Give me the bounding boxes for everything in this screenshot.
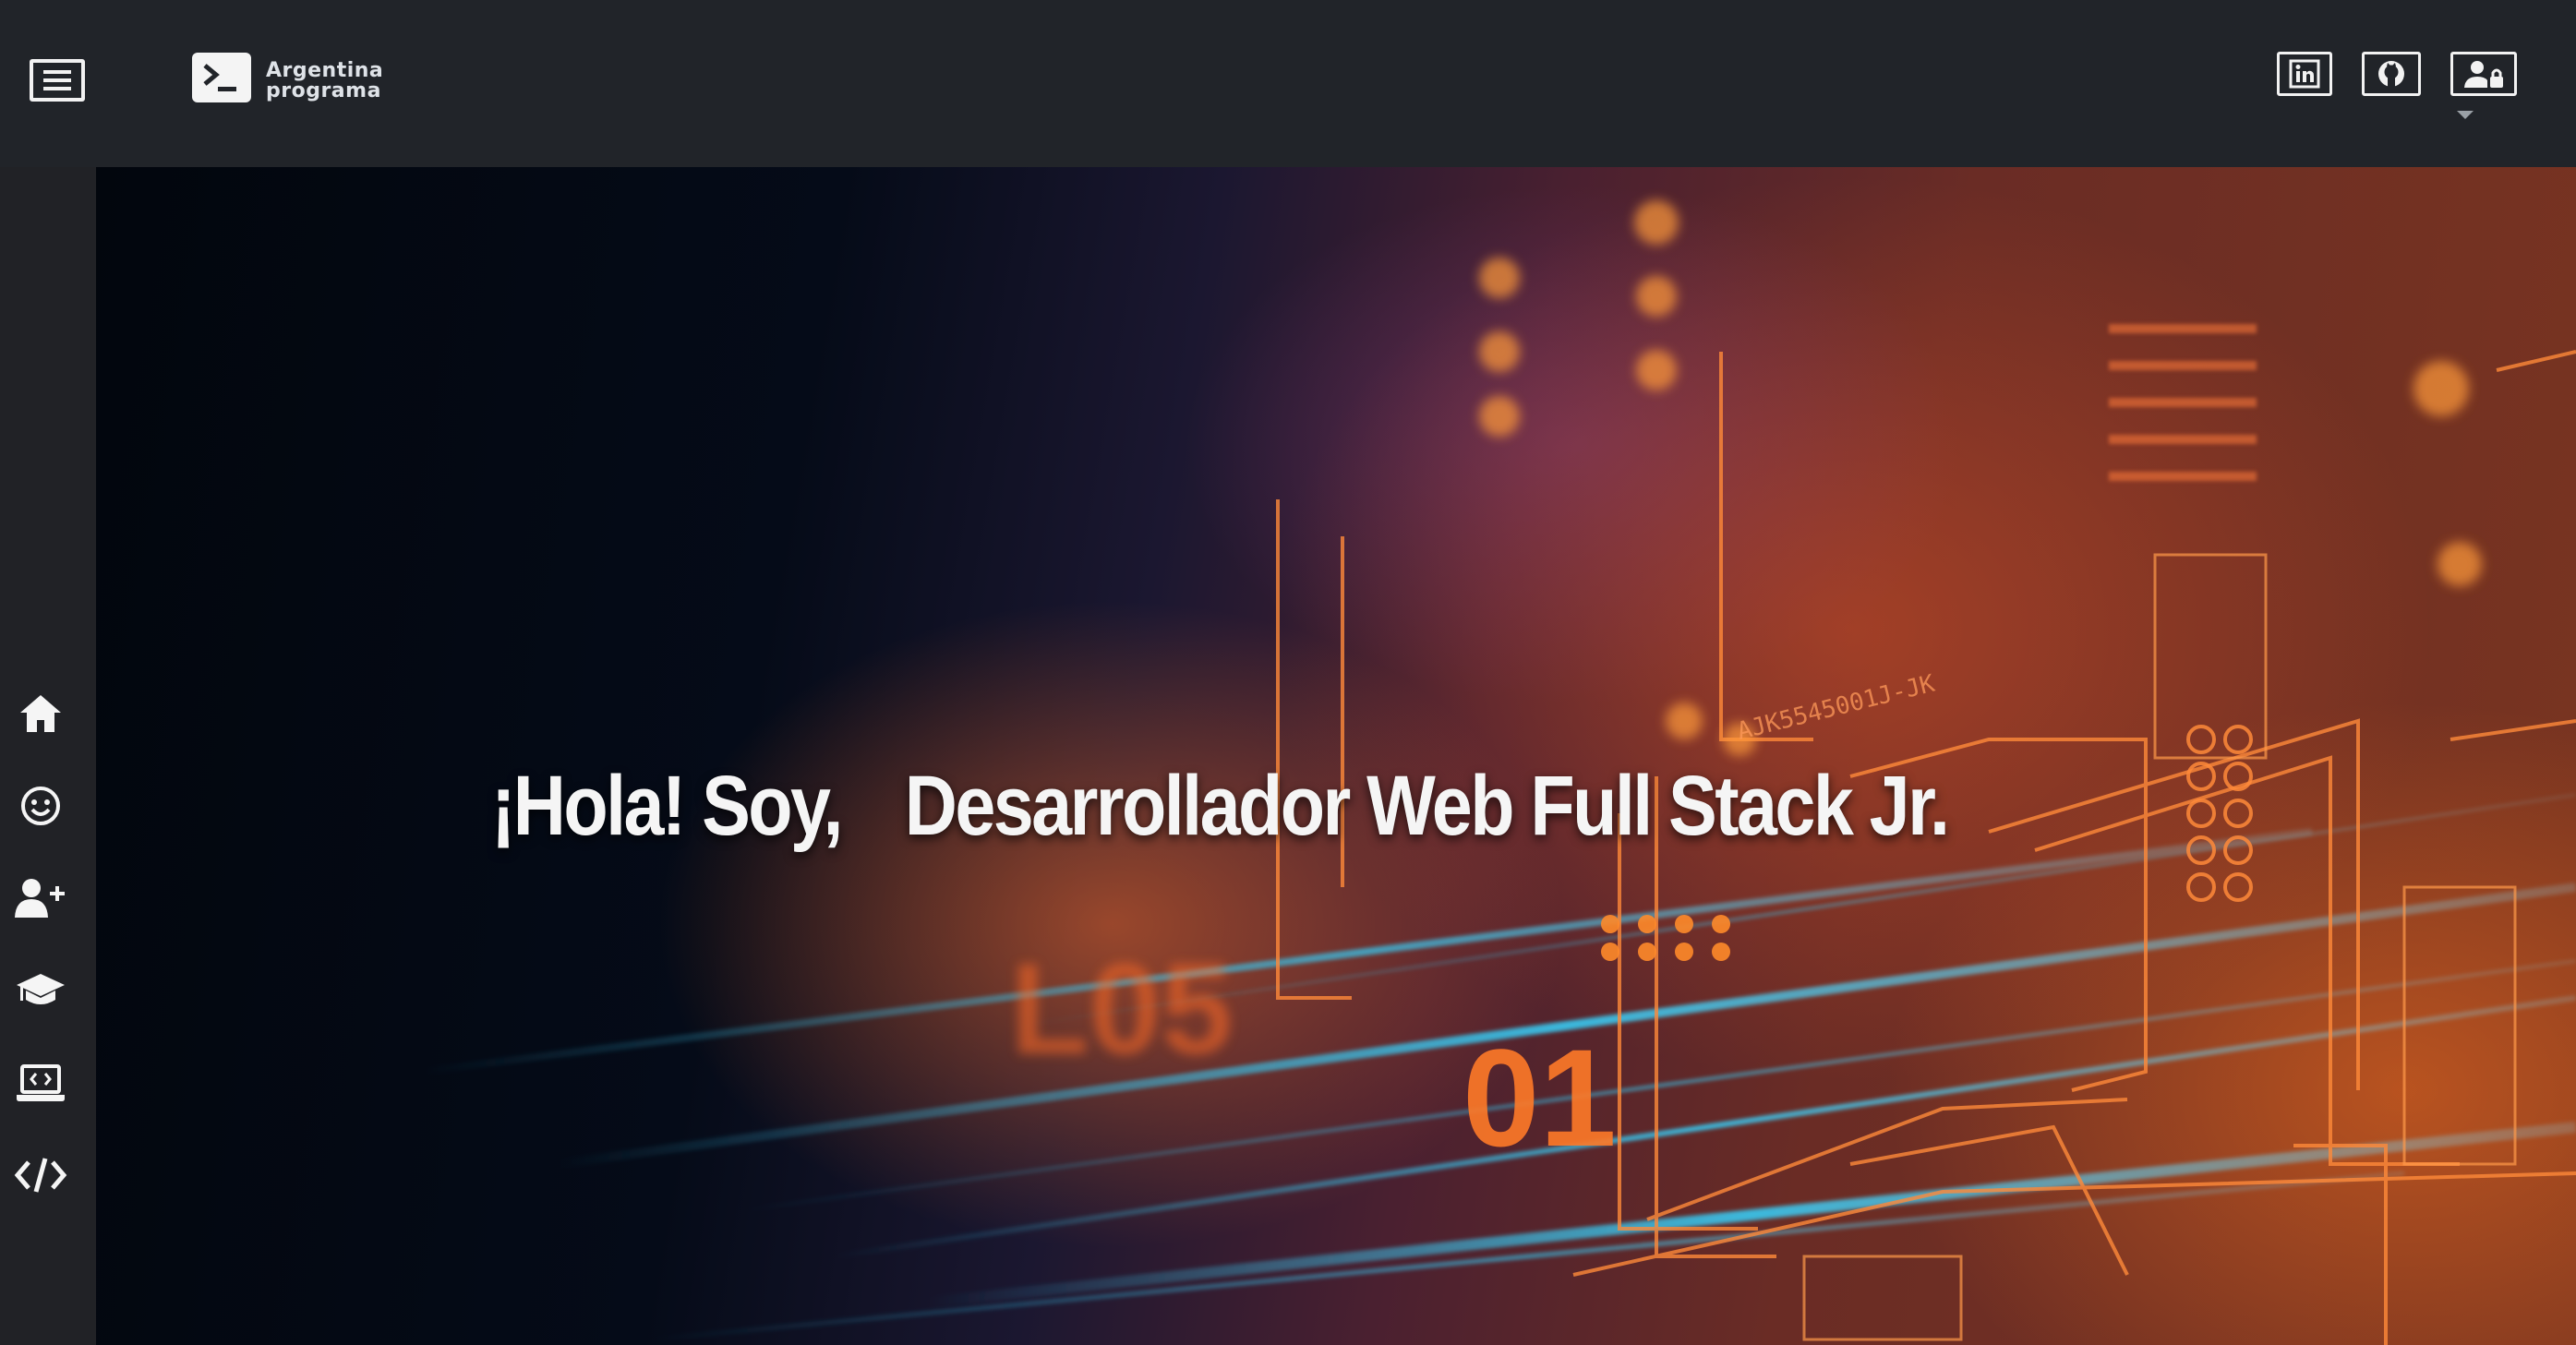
circuit-digits-left: L05 xyxy=(1010,936,1233,1081)
top-navbar: Argentina programa xyxy=(0,0,2576,167)
user-lock-icon[interactable] xyxy=(2450,52,2517,96)
linkedin-icon[interactable] xyxy=(2277,52,2332,96)
terminal-prompt-icon[interactable] xyxy=(192,53,251,102)
hamburger-menu-icon[interactable] xyxy=(30,59,85,102)
code-icon[interactable] xyxy=(13,1147,68,1203)
hero-greeting: ¡Hola! Soy, xyxy=(491,759,844,853)
brand-line-2: programa xyxy=(266,79,381,102)
home-icon[interactable] xyxy=(13,686,68,741)
circuit-code-label: AJK5545001J-JK xyxy=(1734,670,1937,746)
brand-logo-text[interactable]: Argentina programa xyxy=(266,61,383,102)
circuit-digits-center: 01 xyxy=(1463,1020,1617,1175)
caret-down-icon[interactable] xyxy=(2457,111,2474,119)
hero-role: Desarrollador Web Full Stack Jr. xyxy=(904,759,1950,853)
smile-icon[interactable] xyxy=(13,778,68,834)
hero-headline: ¡Hola! Soy, Desarrollador Web Full Stack … xyxy=(491,758,2159,855)
brand-line-1: Argentina xyxy=(266,59,384,82)
hero-banner: AJK5545001J-JK 01 L05 ¡Hola! Soy, Desarro… xyxy=(96,167,2576,1345)
graduation-cap-icon[interactable] xyxy=(13,963,68,1018)
circuit-background: AJK5545001J-JK 01 L05 xyxy=(418,200,2576,1345)
laptop-code-icon[interactable] xyxy=(13,1055,68,1111)
sidebar xyxy=(0,167,96,1345)
user-plus-icon[interactable] xyxy=(13,871,68,926)
github-icon[interactable] xyxy=(2362,52,2421,96)
